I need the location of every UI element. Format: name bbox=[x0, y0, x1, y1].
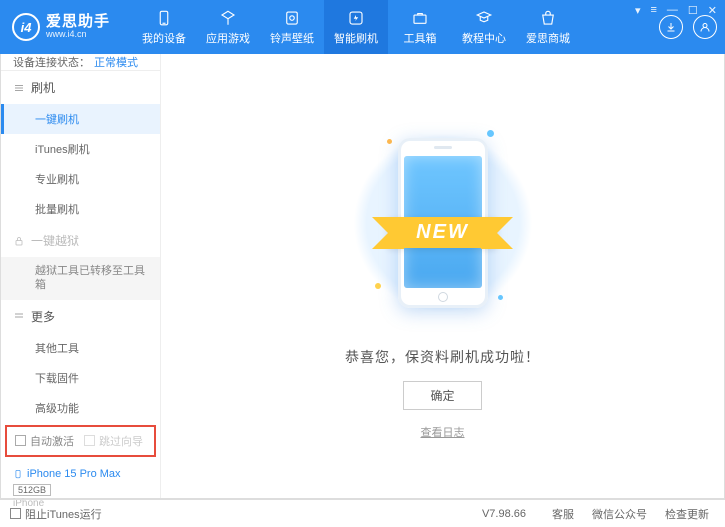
nav-toolbox[interactable]: 工具箱 bbox=[388, 0, 452, 54]
app-url: www.i4.cn bbox=[46, 30, 110, 40]
sidebar-item-jailbreak-note: 越狱工具已转移至工具箱 bbox=[1, 257, 160, 300]
footer-link-wechat[interactable]: 微信公众号 bbox=[586, 506, 653, 522]
device-icon bbox=[154, 8, 174, 28]
window-controls: ▾ ≡ — ☐ ✕ bbox=[635, 4, 717, 17]
list-icon bbox=[13, 82, 25, 94]
checkbox-icon bbox=[10, 508, 21, 519]
nav-my-device[interactable]: 我的设备 bbox=[132, 0, 196, 54]
sidebar-item-advanced[interactable]: 高级功能 bbox=[1, 393, 160, 423]
footer: 阻止iTunes运行 V7.98.66 客服 微信公众号 检查更新 bbox=[0, 499, 725, 527]
sidebar-item-download-firmware[interactable]: 下载固件 bbox=[1, 363, 160, 393]
sidebar-group-more[interactable]: 更多 bbox=[1, 300, 160, 333]
header-actions bbox=[659, 15, 717, 39]
version-label: V7.98.66 bbox=[482, 508, 526, 520]
device-status-bar: 设备连接状态： 正常模式 bbox=[1, 54, 160, 71]
app-logo: i4 爱思助手 www.i4.cn bbox=[12, 13, 110, 41]
footer-link-support[interactable]: 客服 bbox=[546, 506, 580, 522]
checkbox-block-itunes[interactable]: 阻止iTunes运行 bbox=[10, 506, 102, 522]
footer-link-update[interactable]: 检查更新 bbox=[659, 506, 715, 522]
ok-button[interactable]: 确定 bbox=[403, 381, 481, 410]
app-header: ▾ ≡ — ☐ ✕ i4 爱思助手 www.i4.cn 我的设备 应用游戏 铃声… bbox=[0, 0, 725, 54]
user-button[interactable] bbox=[693, 15, 717, 39]
view-log-link[interactable]: 查看日志 bbox=[421, 424, 465, 440]
sidebar: 设备连接状态： 正常模式 刷机 一键刷机 iTunes刷机 专业刷机 批量刷机 … bbox=[1, 54, 161, 498]
checkbox-icon bbox=[15, 435, 26, 446]
lock-icon bbox=[13, 235, 25, 247]
app-body: 设备连接状态： 正常模式 刷机 一键刷机 iTunes刷机 专业刷机 批量刷机 … bbox=[0, 54, 725, 499]
app-title: 爱思助手 bbox=[46, 14, 110, 31]
sidebar-group-flash[interactable]: 刷机 bbox=[1, 71, 160, 104]
nav-ringtone-wallpaper[interactable]: 铃声壁纸 bbox=[260, 0, 324, 54]
nav-apps-games[interactable]: 应用游戏 bbox=[196, 0, 260, 54]
sidebar-item-itunes-flash[interactable]: iTunes刷机 bbox=[1, 134, 160, 164]
success-illustration: NEW bbox=[363, 113, 523, 333]
device-name[interactable]: iPhone 15 Pro Max bbox=[13, 467, 148, 481]
nav-smart-flash[interactable]: 智能刷机 bbox=[324, 0, 388, 54]
sidebar-group-jailbreak: 一键越狱 bbox=[1, 224, 160, 257]
close-icon[interactable]: ✕ bbox=[708, 4, 717, 17]
sidebar-item-other-tools[interactable]: 其他工具 bbox=[1, 333, 160, 363]
logo-badge-icon: i4 bbox=[12, 13, 40, 41]
content-area: NEW 恭喜您，保资料刷机成功啦！ 确定 查看日志 bbox=[161, 54, 724, 498]
nav-tutorial[interactable]: 教程中心 bbox=[452, 0, 516, 54]
more-icon bbox=[13, 310, 25, 322]
main-nav: 我的设备 应用游戏 铃声壁纸 智能刷机 工具箱 教程中心 爱思商城 bbox=[132, 0, 659, 54]
tutorial-icon bbox=[474, 8, 494, 28]
main-panel: NEW 恭喜您，保资料刷机成功啦！ 确定 查看日志 bbox=[161, 54, 724, 498]
tray-icon[interactable]: ≡ bbox=[650, 4, 656, 17]
menu-icon[interactable]: ▾ bbox=[635, 4, 641, 17]
sidebar-item-oneclick-flash[interactable]: 一键刷机 bbox=[1, 104, 160, 134]
download-button[interactable] bbox=[659, 15, 683, 39]
maximize-icon[interactable]: ☐ bbox=[688, 4, 698, 17]
options-box: 自动激活 跳过向导 bbox=[5, 425, 156, 457]
store-icon bbox=[538, 8, 558, 28]
device-storage: 512GB bbox=[13, 484, 51, 496]
minimize-icon[interactable]: — bbox=[667, 4, 678, 17]
flash-icon bbox=[346, 8, 366, 28]
ringtone-icon bbox=[282, 8, 302, 28]
toolbox-icon bbox=[410, 8, 430, 28]
apps-icon bbox=[218, 8, 238, 28]
sidebar-item-batch-flash[interactable]: 批量刷机 bbox=[1, 194, 160, 224]
phone-icon bbox=[13, 467, 23, 481]
status-mode: 正常模式 bbox=[94, 54, 138, 70]
checkbox-skip-guide[interactable]: 跳过向导 bbox=[84, 433, 143, 449]
checkbox-auto-activate[interactable]: 自动激活 bbox=[15, 433, 74, 449]
nav-store[interactable]: 爱思商城 bbox=[516, 0, 580, 54]
checkbox-icon bbox=[84, 435, 95, 446]
sidebar-item-pro-flash[interactable]: 专业刷机 bbox=[1, 164, 160, 194]
new-ribbon: NEW bbox=[388, 217, 497, 248]
success-message: 恭喜您，保资料刷机成功啦！ bbox=[345, 347, 540, 367]
